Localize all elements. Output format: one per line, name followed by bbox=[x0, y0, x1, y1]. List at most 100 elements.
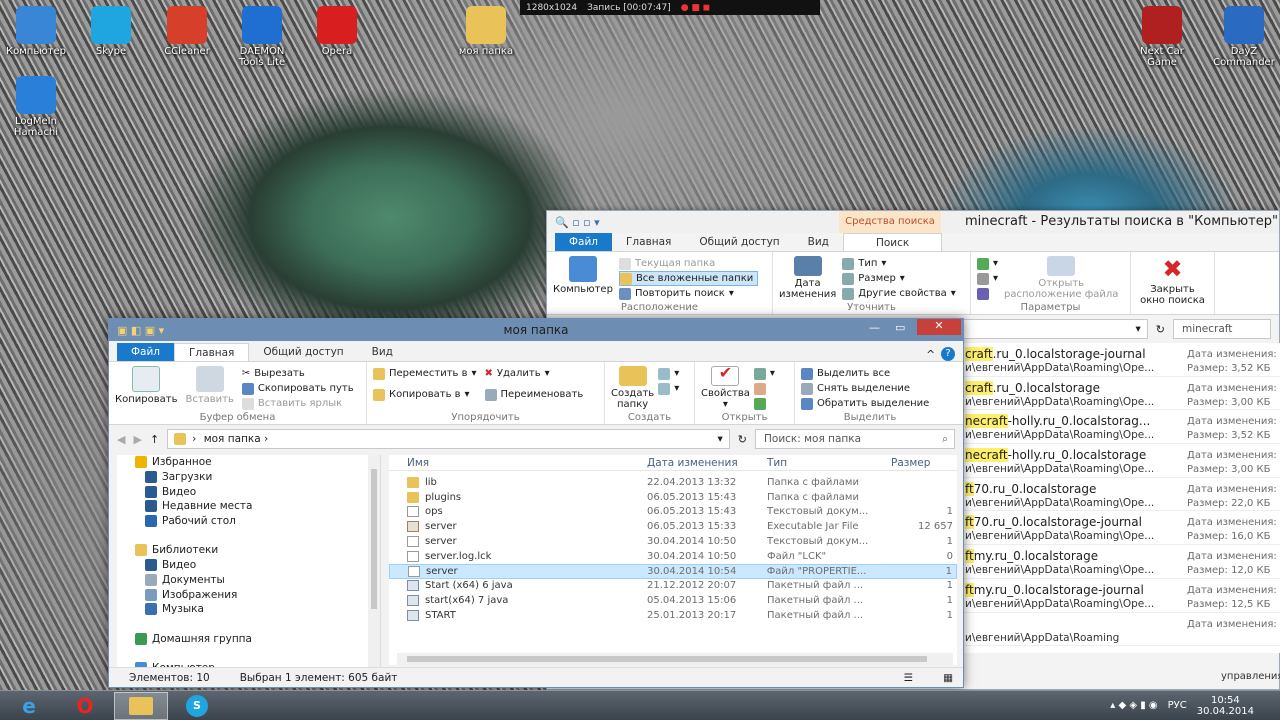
nav-item[interactable]: Документы bbox=[117, 573, 380, 588]
search-result-item[interactable]: craft.ru_0.localstorage-journal и\евгений… bbox=[961, 343, 1280, 377]
nav-item[interactable]: Рабочий стол bbox=[117, 514, 380, 529]
forward-icon[interactable]: ▶ bbox=[133, 433, 141, 446]
file-row[interactable]: Start (x64) 6 java 21.12.2012 20:07 Пакетн… bbox=[389, 579, 957, 594]
edit-button[interactable] bbox=[753, 381, 775, 396]
nav-scrollbar[interactable] bbox=[368, 455, 380, 667]
column-date[interactable]: Дата изменения bbox=[647, 457, 767, 469]
tab-share[interactable]: Общий доступ bbox=[685, 233, 793, 251]
close-button[interactable]: ✕ bbox=[917, 319, 961, 335]
other-properties-button[interactable]: Другие свойства ▾ bbox=[842, 286, 956, 301]
tab-view[interactable]: Вид bbox=[794, 233, 843, 251]
minimize-button[interactable]: — bbox=[869, 321, 880, 334]
invert-selection-button[interactable]: Обратить выделение bbox=[801, 396, 939, 411]
help-icon[interactable]: ? bbox=[941, 347, 955, 361]
search-results-list[interactable]: craft.ru_0.localstorage-journal и\евгений… bbox=[961, 343, 1280, 653]
tab-home[interactable]: Главная bbox=[612, 233, 685, 251]
tab-file[interactable]: Файл bbox=[555, 233, 613, 251]
maximize-button[interactable]: ▭ bbox=[895, 321, 905, 334]
up-icon[interactable]: ↑ bbox=[150, 433, 159, 446]
nav-item[interactable]: Домашняя группа bbox=[117, 631, 380, 646]
size-filter-button[interactable]: Размер ▾ bbox=[842, 271, 956, 286]
language-indicator[interactable]: РУС bbox=[1168, 700, 1187, 711]
address-dropdown-icon[interactable]: ▾ bbox=[718, 433, 723, 445]
search-result-item[interactable]: necraft-holly.ru_0.localstorag... и\евген… bbox=[961, 410, 1280, 445]
file-row[interactable]: server 30.04.2014 10:50 Текстовый докум...… bbox=[389, 534, 957, 549]
search-input[interactable]: Поиск: моя папка ⌕ bbox=[755, 429, 955, 449]
collapse-ribbon-icon[interactable]: ^ bbox=[926, 349, 935, 361]
nav-item[interactable]: Изображения bbox=[117, 587, 380, 602]
search-result-item[interactable]: ft70.ru_0.localstorage-journal и\евгений\… bbox=[961, 511, 1280, 546]
copy-path-button[interactable]: Скопировать путь bbox=[241, 381, 354, 396]
nav-item[interactable]: Избранное bbox=[117, 455, 380, 470]
nav-item[interactable]: Видео bbox=[117, 558, 380, 573]
select-none-button[interactable]: Снять выделение bbox=[801, 381, 939, 396]
all-subfolders-button[interactable]: Все вложенные папки bbox=[618, 271, 759, 286]
open-file-location-button[interactable]: Открыть расположение файла bbox=[1004, 256, 1118, 300]
search-result-item[interactable]: craft.ru_0.localstorage и\евгений\AppData… bbox=[961, 377, 1280, 411]
recent-searches-button[interactable]: ▾ bbox=[977, 256, 998, 271]
rename-button[interactable]: Переименовать bbox=[484, 387, 583, 402]
taskbar-skype[interactable]: S bbox=[170, 692, 224, 720]
move-to-button[interactable]: Переместить в ▾ bbox=[373, 366, 477, 381]
column-name[interactable]: Имя bbox=[389, 457, 647, 469]
tab-view[interactable]: Вид bbox=[358, 343, 407, 361]
search-result-item[interactable]: ft70.ru_0.localstorage и\евгений\AppData\… bbox=[961, 478, 1280, 512]
delete-button[interactable]: ✖ Удалить ▾ bbox=[485, 366, 584, 381]
search-result-item[interactable]: и\евгений\AppData\Roaming Дата изменения:… bbox=[961, 613, 1280, 647]
properties-button[interactable]: ✔ Свойства ▾ bbox=[701, 365, 750, 411]
tab-home[interactable]: Главная bbox=[174, 343, 250, 361]
open-button[interactable]: ▾ bbox=[753, 366, 775, 381]
address-bar[interactable]: › моя папка › ▾ bbox=[167, 429, 730, 449]
desktop-shortcut[interactable]: CCleaner bbox=[151, 6, 223, 57]
desktop-shortcut[interactable]: LogMeIn Hamachi bbox=[0, 76, 72, 138]
history-button[interactable] bbox=[753, 396, 775, 411]
large-icons-view-icon[interactable]: ▦ bbox=[943, 672, 953, 684]
save-search-button[interactable] bbox=[977, 286, 998, 301]
desktop-shortcut[interactable]: Skype bbox=[75, 6, 147, 57]
address-crumb[interactable]: моя папка bbox=[204, 433, 261, 445]
nav-item[interactable]: Библиотеки bbox=[117, 543, 380, 558]
file-row[interactable]: start(x64) 7 java 05.04.2013 15:06 Пакетны… bbox=[389, 593, 957, 608]
file-row[interactable]: lib 22.04.2013 13:32 Папка с файлами bbox=[389, 475, 957, 490]
tab-file[interactable]: Файл bbox=[117, 343, 175, 361]
tab-search[interactable]: Поиск bbox=[842, 233, 943, 251]
search-result-item[interactable]: ftmy.ru_0.localstorage и\евгений\AppData\… bbox=[961, 545, 1280, 579]
nav-item[interactable]: Музыка bbox=[117, 602, 380, 617]
advanced-options-button[interactable]: ▾ bbox=[977, 271, 998, 286]
desktop-shortcut[interactable]: Next Car Game bbox=[1126, 6, 1198, 68]
select-all-button[interactable]: Выделить все bbox=[801, 366, 939, 381]
taskbar-explorer[interactable] bbox=[114, 691, 168, 720]
computer-scope-button[interactable]: Компьютер bbox=[553, 256, 613, 300]
easy-access-button[interactable]: ▾ bbox=[658, 381, 679, 396]
tray-icons[interactable]: ▴ ◆ ◈ ▮ ◉ bbox=[1110, 700, 1157, 711]
paste-shortcut-button[interactable]: Вставить ярлык bbox=[241, 396, 354, 411]
close-search-button[interactable]: ✖ Закрыть окно поиска bbox=[1137, 256, 1208, 306]
new-folder-button[interactable]: Создать папку bbox=[611, 366, 654, 410]
search-input[interactable]: minecraft bbox=[1173, 319, 1271, 339]
column-type[interactable]: Тип bbox=[767, 457, 885, 469]
navigation-pane[interactable]: Избранное Загрузки Видео Недавние места Рабо… bbox=[117, 455, 381, 667]
paste-button[interactable]: Вставить bbox=[185, 366, 234, 410]
taskbar-opera[interactable]: O bbox=[58, 692, 112, 720]
file-row[interactable]: server 30.04.2014 10:54 Файл "PROPERTIE...… bbox=[389, 563, 957, 579]
nav-item[interactable]: Загрузки bbox=[117, 470, 380, 485]
horizontal-scrollbar[interactable] bbox=[397, 653, 953, 665]
nav-item[interactable]: Недавние места bbox=[117, 499, 380, 514]
search-window-quick-icons[interactable]: 🔍 ▫ ▫ ▾ bbox=[555, 216, 600, 229]
desktop-shortcut[interactable]: Opera bbox=[301, 6, 373, 57]
copy-to-button[interactable]: Копировать в ▾ bbox=[373, 387, 477, 402]
tab-share[interactable]: Общий доступ bbox=[249, 343, 357, 361]
desktop-shortcut[interactable]: DayZ Commander bbox=[1208, 6, 1280, 68]
search-result-item[interactable]: necraft-holly.ru_0.localstorage и\евгений… bbox=[961, 444, 1280, 478]
copy-button[interactable]: Копировать bbox=[115, 366, 177, 410]
desktop-shortcut[interactable]: DAEMON Tools Lite bbox=[226, 6, 298, 68]
search-result-item[interactable]: ftmy.ru_0.localstorage-journal и\евгений\… bbox=[961, 579, 1280, 613]
file-list[interactable]: Имя Дата изменения Тип Размер lib 22.04.2… bbox=[389, 455, 957, 665]
file-row[interactable]: server 06.05.2013 15:33 Executable Jar Fil… bbox=[389, 519, 957, 534]
current-folder-button[interactable]: Текущая папка bbox=[618, 256, 758, 271]
date-modified-button[interactable]: Дата изменения bbox=[779, 256, 836, 300]
file-row[interactable]: START 25.01.2013 20:17 Пакетный файл ... 1 bbox=[389, 608, 957, 623]
taskbar-ie[interactable]: e bbox=[2, 692, 56, 720]
details-view-icon[interactable]: ☰ bbox=[904, 672, 913, 684]
back-icon[interactable]: ◀ bbox=[117, 433, 125, 446]
